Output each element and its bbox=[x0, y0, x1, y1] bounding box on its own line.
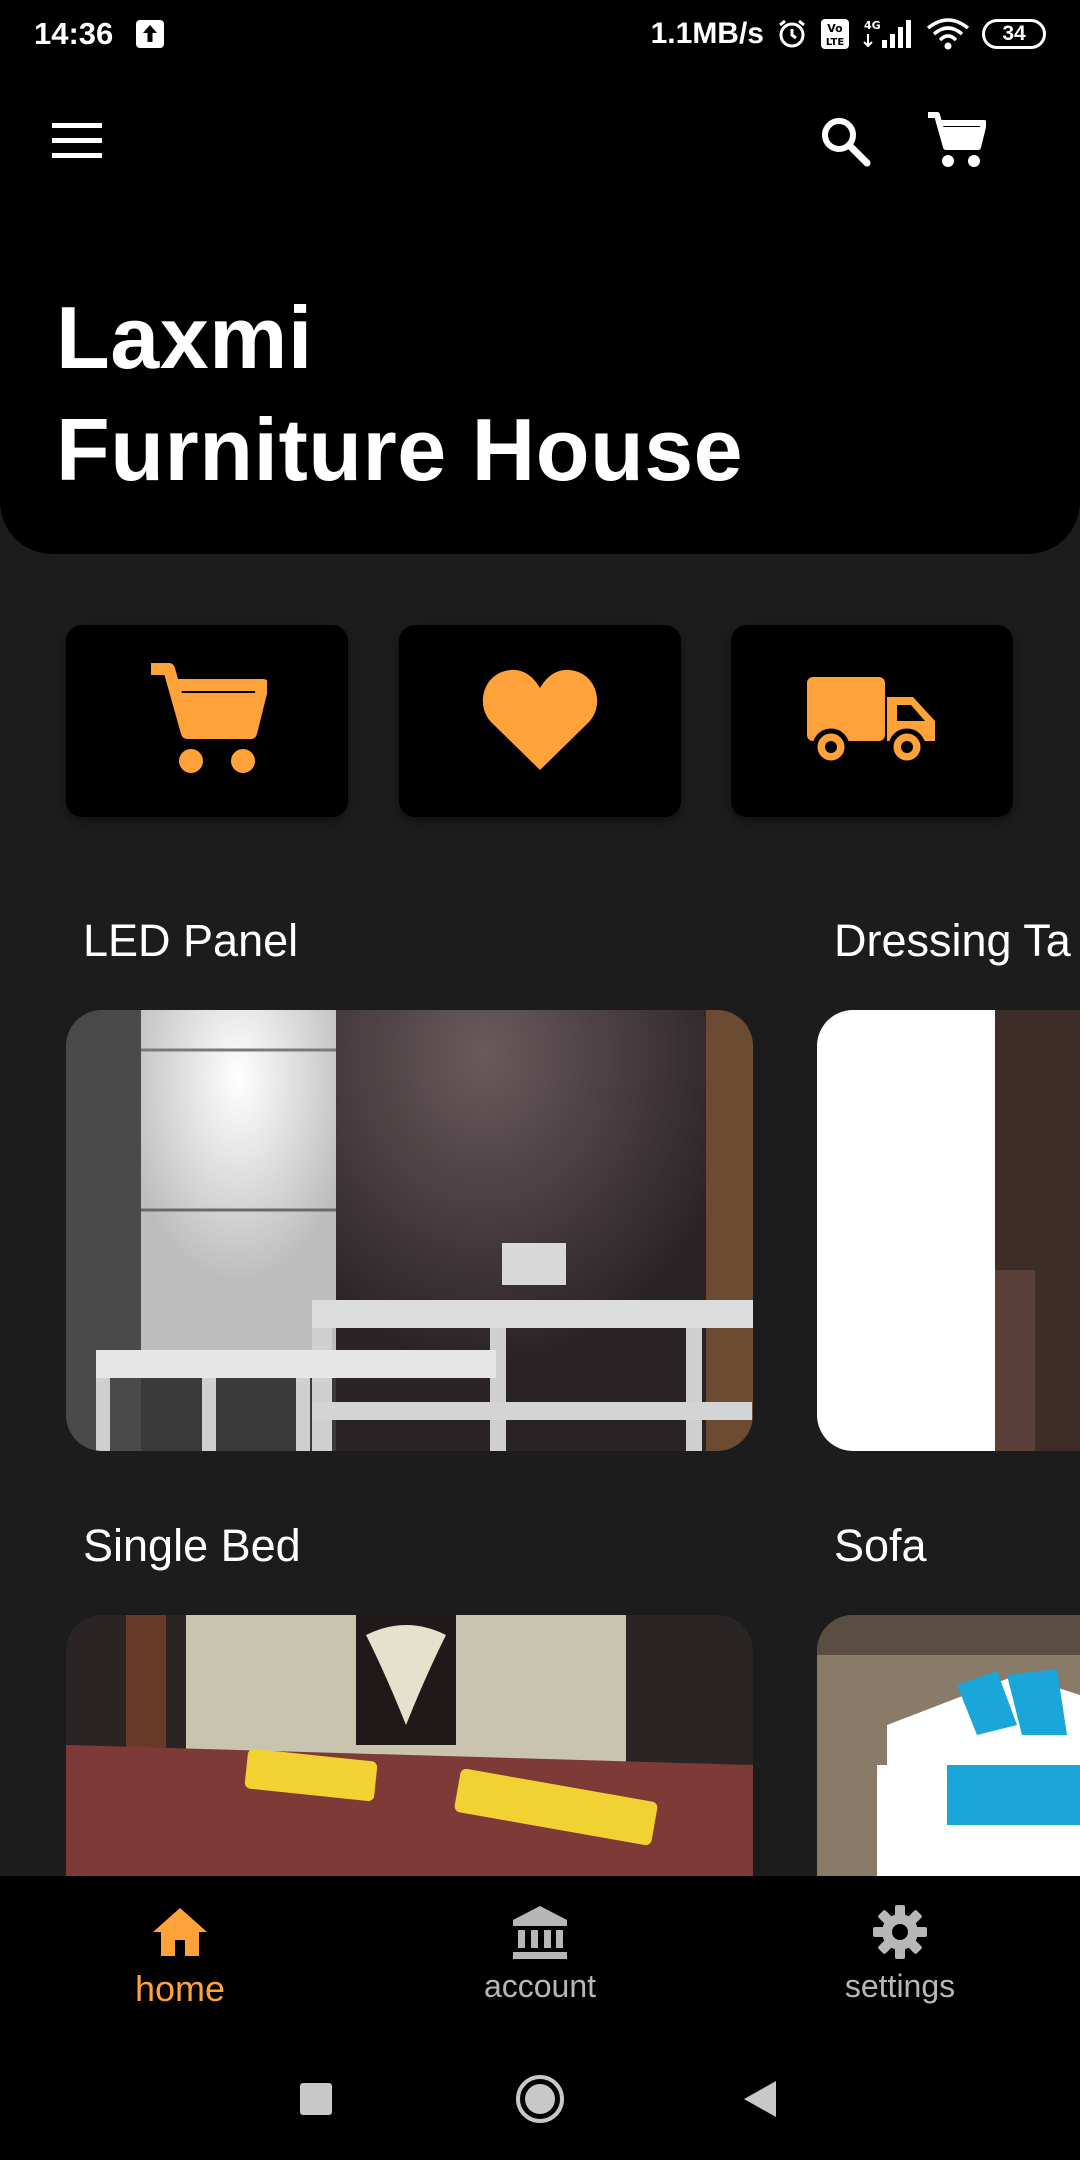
bank-icon bbox=[511, 1902, 569, 1962]
category-label-sofa[interactable]: Sofa bbox=[834, 1520, 927, 1572]
nav-item-home[interactable]: home bbox=[0, 1876, 360, 2041]
signal-4g-icon: 4G bbox=[862, 18, 914, 50]
category-image-led-panel[interactable] bbox=[66, 1010, 753, 1451]
category-label-dressing-table[interactable]: Dressing Ta bbox=[834, 915, 1071, 967]
system-navigation-bar bbox=[0, 2041, 1080, 2160]
app-screen: 14:36 1.1MB/s Vo LTE 4G 34 Laxmi Furnitu… bbox=[0, 0, 1080, 2160]
recents-button[interactable] bbox=[286, 2071, 346, 2131]
gear-icon bbox=[872, 1902, 928, 1962]
square-icon bbox=[299, 2082, 333, 2121]
home-icon bbox=[151, 1902, 209, 1962]
battery-icon: 34 bbox=[982, 19, 1046, 49]
nav-item-account[interactable]: account bbox=[360, 1876, 720, 2041]
shop-title-line1: Laxmi bbox=[56, 288, 313, 387]
svg-text:Vo: Vo bbox=[827, 22, 843, 35]
cart-icon bbox=[926, 111, 987, 174]
menu-button[interactable] bbox=[44, 110, 110, 176]
heart-icon bbox=[481, 666, 599, 777]
nav-label-account: account bbox=[483, 1968, 597, 2004]
category-image-sofa[interactable] bbox=[817, 1615, 1080, 1876]
menu-icon bbox=[52, 122, 102, 164]
category-image-dressing-table[interactable] bbox=[817, 1010, 1080, 1451]
cart-button[interactable] bbox=[918, 104, 994, 180]
quick-action-favorites[interactable] bbox=[399, 625, 681, 817]
svg-text:LTE: LTE bbox=[826, 37, 845, 48]
cart-icon bbox=[147, 660, 269, 783]
back-triangle-icon bbox=[742, 2079, 778, 2124]
quick-action-cart[interactable] bbox=[66, 625, 348, 817]
status-bar: 14:36 1.1MB/s Vo LTE 4G 34 bbox=[0, 0, 1080, 68]
nav-item-settings[interactable]: settings bbox=[720, 1876, 1080, 2041]
category-label-led-panel[interactable]: LED Panel bbox=[83, 915, 298, 967]
back-button[interactable] bbox=[730, 2071, 790, 2131]
network-speed: 1.1MB/s bbox=[650, 17, 764, 50]
alarm-icon bbox=[776, 18, 808, 50]
volte-icon: Vo LTE bbox=[820, 18, 850, 50]
nav-label-settings: settings bbox=[844, 1968, 956, 2004]
circle-icon bbox=[514, 2073, 566, 2130]
quick-action-delivery[interactable] bbox=[731, 625, 1013, 817]
bottom-navigation: home account settings bbox=[0, 1876, 1080, 2041]
app-header: Laxmi Furniture House bbox=[0, 68, 1080, 554]
svg-text:4G: 4G bbox=[864, 19, 881, 32]
upload-icon bbox=[135, 19, 165, 49]
home-system-button[interactable] bbox=[510, 2071, 570, 2131]
wifi-icon bbox=[926, 18, 970, 50]
truck-icon bbox=[807, 673, 937, 770]
category-label-single-bed[interactable]: Single Bed bbox=[83, 1520, 301, 1572]
shop-title: Laxmi Furniture House bbox=[56, 282, 743, 506]
battery-level: 34 bbox=[1002, 22, 1026, 45]
category-image-single-bed[interactable] bbox=[66, 1615, 753, 1876]
status-time: 14:36 bbox=[34, 16, 114, 51]
shop-title-line2: Furniture House bbox=[56, 400, 744, 499]
search-icon bbox=[819, 115, 871, 172]
nav-label-home: home bbox=[134, 1968, 226, 2009]
search-button[interactable] bbox=[810, 108, 880, 178]
